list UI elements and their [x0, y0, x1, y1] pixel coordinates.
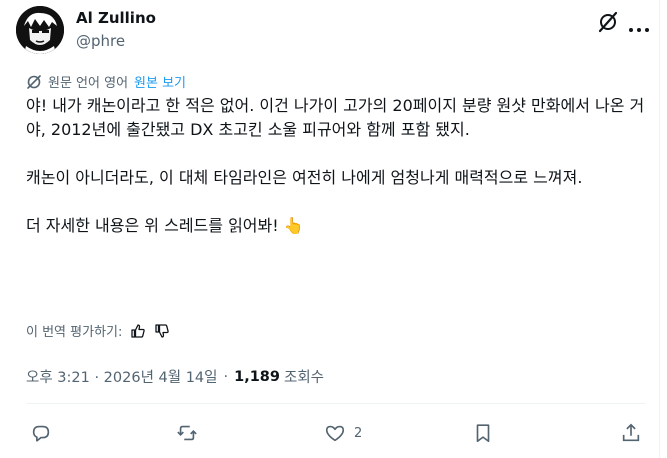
post-paragraph: 야! 내가 캐논이라고 한 적은 없어. 이건 나가이 고가의 20페이지 분량… [26, 96, 645, 139]
post-paragraph: 더 자세한 내용은 위 스레드를 읽어봐! 👆 [26, 214, 646, 238]
like-count: 2 [354, 425, 363, 441]
rate-translation-label: 이 번역 평가하기: [26, 325, 123, 340]
author-name[interactable]: Al Zullino [76, 9, 156, 27]
divider [26, 403, 646, 404]
views-label: 조회수 [283, 370, 325, 386]
post-paragraph: 캐논이 아니더라도, 이 대체 타임라인은 여전히 나에게 엄청나게 매력적으로… [26, 168, 583, 187]
share-button[interactable] [620, 421, 642, 445]
reply-button[interactable] [30, 421, 60, 445]
translation-notice: 원문 언어 영어 원본 보기 [26, 72, 186, 91]
timestamp[interactable]: 오후 3:21 · 2026년 4월 14일 [26, 366, 218, 387]
translate-icon [27, 74, 41, 89]
grok-icon[interactable] [596, 10, 620, 34]
thumbs-up-icon[interactable] [130, 323, 146, 339]
like-button[interactable]: 2 [324, 421, 362, 445]
post-meta: 오후 3:21 · 2026년 4월 14일 · 1,189 조회수 [26, 366, 324, 387]
thumbs-down-icon[interactable] [154, 323, 170, 339]
share-icon [622, 423, 640, 442]
post-paragraph-text: 더 자세한 내용은 위 스레드를 읽어봐! [26, 216, 279, 235]
rate-translation: 이 번역 평가하기: [26, 321, 170, 340]
bookmark-button[interactable] [472, 421, 502, 445]
repost-button[interactable] [176, 421, 206, 445]
show-original-link[interactable]: 원본 보기 [134, 72, 186, 91]
repost-icon [177, 425, 197, 441]
separator-dot: · [223, 368, 229, 385]
more-icon[interactable] [628, 18, 650, 32]
post-text: 야! 내가 캐논이라고 한 적은 없어. 이건 나가이 고가의 20페이지 분량… [26, 94, 646, 238]
avatar[interactable] [16, 6, 64, 54]
bookmark-icon [476, 424, 490, 443]
translation-label: 원문 언어 영어 [48, 76, 129, 91]
tweet-detail: Al Zullino @phre 원문 언어 영어 원본 보기 야! 내가 캐논… [0, 0, 660, 458]
reply-icon [32, 425, 50, 442]
views-count: 1,189 [234, 368, 280, 385]
like-icon [325, 425, 345, 442]
author-handle[interactable]: @phre [76, 32, 125, 50]
pointing-up-emoji: 👆 [283, 216, 304, 235]
